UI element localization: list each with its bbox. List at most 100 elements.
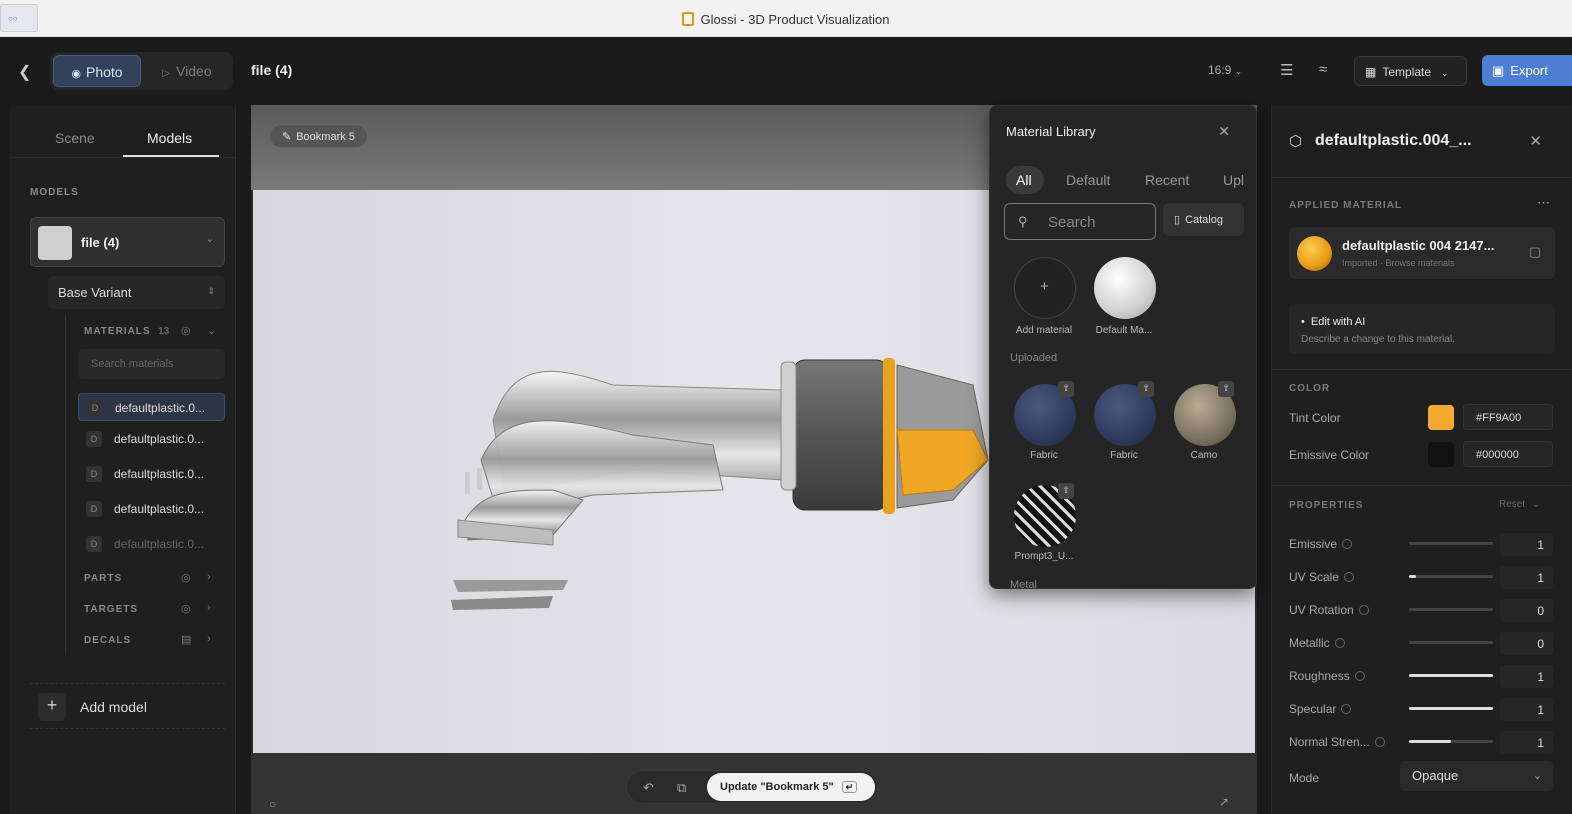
info-icon[interactable] <box>1334 638 1345 648</box>
add-model-button[interactable]: + Add model <box>30 683 225 729</box>
chevron-right-icon[interactable]: › <box>207 633 211 645</box>
property-value[interactable]: 1 <box>1500 533 1553 556</box>
film-icon: ▣ <box>1492 63 1505 78</box>
property-slider[interactable] <box>1409 641 1493 644</box>
more-icon[interactable]: ⋯ <box>1537 195 1550 211</box>
property-value[interactable]: 1 <box>1500 698 1553 721</box>
sparkle-icon: • <box>1301 316 1305 328</box>
info-icon[interactable]: ○ <box>269 797 276 811</box>
materials-search-input[interactable]: Search materials <box>78 349 225 379</box>
catalog-button[interactable]: ▯ Catalog <box>1163 203 1244 236</box>
chevron-down-icon[interactable]: ⌄ <box>206 234 214 245</box>
applied-material-name: defaultplastic 004 2147... <box>1342 238 1495 253</box>
export-button[interactable]: ▣ Export <box>1482 55 1572 86</box>
property-value[interactable]: 0 <box>1500 632 1553 655</box>
undo-icon[interactable]: ↶ <box>643 780 654 796</box>
target-icon[interactable]: ◎ <box>181 571 191 584</box>
property-label: Roughness <box>1289 669 1365 683</box>
tab-default[interactable]: Default <box>1066 172 1110 188</box>
chevron-right-icon[interactable]: › <box>207 602 211 614</box>
property-slider[interactable] <box>1409 575 1493 578</box>
materials-count: 13 <box>158 326 170 337</box>
applied-material-card[interactable]: defaultplastic 004 2147... Imported · Br… <box>1289 227 1555 279</box>
close-icon[interactable]: ✕ <box>1529 132 1542 150</box>
info-icon[interactable] <box>1358 605 1369 615</box>
slider-fill <box>1409 707 1493 710</box>
upload-icon: ⇧ <box>1138 381 1154 397</box>
property-value[interactable]: 0 <box>1500 599 1553 622</box>
glossi-logo-icon <box>682 12 695 26</box>
default-material-swatch[interactable] <box>1094 257 1156 319</box>
info-icon[interactable] <box>1344 572 1355 582</box>
template-button[interactable]: ▦ Template ⌄ <box>1354 56 1467 86</box>
property-value[interactable]: 1 <box>1500 731 1553 754</box>
photo-video-toggle: ◉ Photo ▷ Video <box>50 52 233 90</box>
chevron-left-icon[interactable]: ❮ <box>18 62 31 82</box>
image-icon[interactable]: ▤ <box>181 633 191 646</box>
tab-recent[interactable]: Recent <box>1145 172 1189 188</box>
property-slider[interactable] <box>1409 707 1493 710</box>
aspect-ratio-dropdown[interactable]: 16:9 ⌄ <box>1208 63 1242 77</box>
bookmark-chip[interactable]: ✎ Bookmark 5 <box>269 124 368 148</box>
emissive-hex-input[interactable]: #000000 <box>1463 441 1553 467</box>
variant-select[interactable]: Base Variant ⇕ <box>48 276 225 309</box>
expand-icon[interactable]: ↗ <box>1219 795 1229 809</box>
property-slider[interactable] <box>1409 542 1493 545</box>
update-bookmark-button[interactable]: Update "Bookmark 5" ↵ <box>707 773 875 801</box>
video-mode-button[interactable]: ▷ Video <box>145 55 229 87</box>
info-icon[interactable] <box>1374 737 1385 747</box>
property-slider[interactable] <box>1409 740 1493 743</box>
emissive-color-swatch[interactable] <box>1428 442 1454 467</box>
photo-mode-button[interactable]: ◉ Photo <box>53 55 141 87</box>
material-item[interactable]: D defaultplastic.0... <box>78 393 225 421</box>
bookmark-icon[interactable]: ▢ <box>1529 244 1541 260</box>
color-heading: COLOR <box>1289 383 1331 394</box>
duplicate-icon[interactable]: ⧉ <box>677 780 686 796</box>
material-search-input[interactable]: ⚲ Search <box>1004 203 1156 240</box>
parts-heading[interactable]: PARTS <box>84 573 122 584</box>
target-icon[interactable]: ◎ <box>181 324 191 337</box>
sliders-icon[interactable]: ☰ <box>1280 61 1293 79</box>
reset-button[interactable]: Reset ⌄ <box>1499 499 1540 510</box>
material-item[interactable]: D defaultplastic.0... <box>78 460 225 488</box>
property-label: Specular <box>1289 702 1352 716</box>
tab-scene[interactable]: Scene <box>55 130 95 146</box>
material-title: defaultplastic.004_... <box>1315 132 1472 149</box>
material-badge: D <box>86 501 102 517</box>
target-icon[interactable]: ◎ <box>181 602 191 615</box>
decals-heading[interactable]: DECALS <box>84 635 131 646</box>
property-slider[interactable] <box>1409 674 1493 677</box>
material-library-title: Material Library <box>1006 124 1096 139</box>
tree-line <box>65 315 66 655</box>
chevron-down-icon[interactable]: ⌄ <box>207 324 216 337</box>
property-value[interactable]: 1 <box>1500 566 1553 589</box>
chevron-right-icon[interactable]: › <box>207 571 211 583</box>
info-icon[interactable] <box>1354 671 1365 681</box>
model-card[interactable]: file (4) ⌄ <box>30 217 225 267</box>
material-item[interactable]: D defaultplastic.0... <box>78 530 225 558</box>
tab-models[interactable]: Models <box>147 130 192 146</box>
model-name: file (4) <box>81 235 120 250</box>
material-item[interactable]: D defaultplastic.0... <box>78 495 225 523</box>
mode-select[interactable]: Opaque ⌄ <box>1400 761 1553 791</box>
info-icon[interactable] <box>1341 704 1352 714</box>
info-icon[interactable] <box>1342 539 1353 549</box>
material-item[interactable]: D defaultplastic.0... <box>78 425 225 453</box>
fabric-label: Fabric <box>1030 450 1058 461</box>
applied-material-sub: Imported · Browse materials <box>1342 258 1455 268</box>
targets-heading[interactable]: TARGETS <box>84 604 138 615</box>
tint-color-swatch[interactable] <box>1428 405 1454 430</box>
tab-all[interactable]: All <box>1006 166 1044 194</box>
edit-with-ai-box[interactable]: • Edit with AI Describe a change to this … <box>1289 304 1555 354</box>
add-material-button[interactable]: + <box>1014 257 1076 319</box>
models-heading: MODELS <box>30 187 79 198</box>
tab-uploaded[interactable]: Upl <box>1223 172 1244 188</box>
property-slider[interactable] <box>1409 608 1493 611</box>
ai-title-text: Edit with AI <box>1310 316 1366 328</box>
variant-label: Base Variant <box>58 285 132 300</box>
property-value[interactable]: 1 <box>1500 665 1553 688</box>
wifi-icon[interactable]: ≈ <box>1319 61 1327 78</box>
uploaded-heading: Uploaded <box>1010 352 1058 364</box>
close-icon[interactable]: ✕ <box>1218 123 1230 140</box>
tint-hex-input[interactable]: #FF9A00 <box>1463 404 1553 430</box>
